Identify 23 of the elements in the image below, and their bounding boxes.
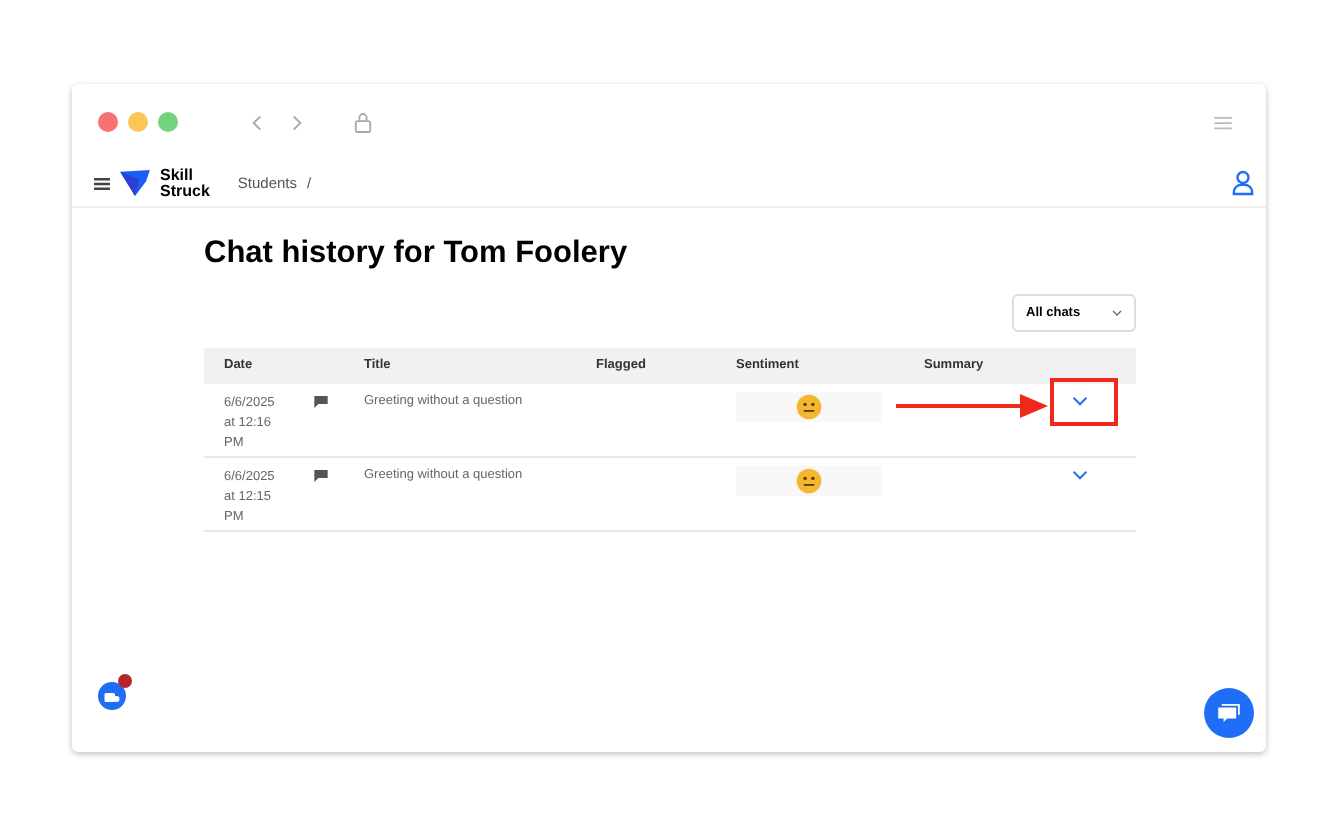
expand-button[interactable] — [1072, 396, 1088, 408]
chevron-down-icon — [1072, 470, 1088, 480]
chat-button[interactable] — [1204, 688, 1254, 738]
chat-icon — [314, 470, 328, 482]
logo-icon — [120, 170, 150, 196]
back-icon[interactable] — [252, 113, 262, 131]
chat-icon — [314, 396, 328, 408]
highlight-box — [1050, 378, 1118, 426]
brand-name: Skill — [160, 167, 195, 183]
expand-button[interactable] — [1072, 470, 1088, 482]
menu-icon[interactable] — [94, 177, 110, 189]
chat-bubbles-icon — [1218, 704, 1240, 722]
neutral-face-icon — [796, 468, 822, 494]
user-icon[interactable] — [1232, 170, 1254, 196]
lock-icon — [354, 111, 372, 133]
robot-button[interactable] — [98, 682, 126, 710]
caret-icon — [1112, 310, 1122, 316]
robot-icon — [104, 690, 120, 702]
brand-name: Struck — [160, 183, 210, 199]
page-title: Chat history for Tom Foolery — [204, 234, 630, 274]
forward-icon[interactable] — [292, 113, 302, 131]
neutral-face-icon — [796, 394, 822, 420]
chevron-down-icon — [1072, 396, 1088, 406]
